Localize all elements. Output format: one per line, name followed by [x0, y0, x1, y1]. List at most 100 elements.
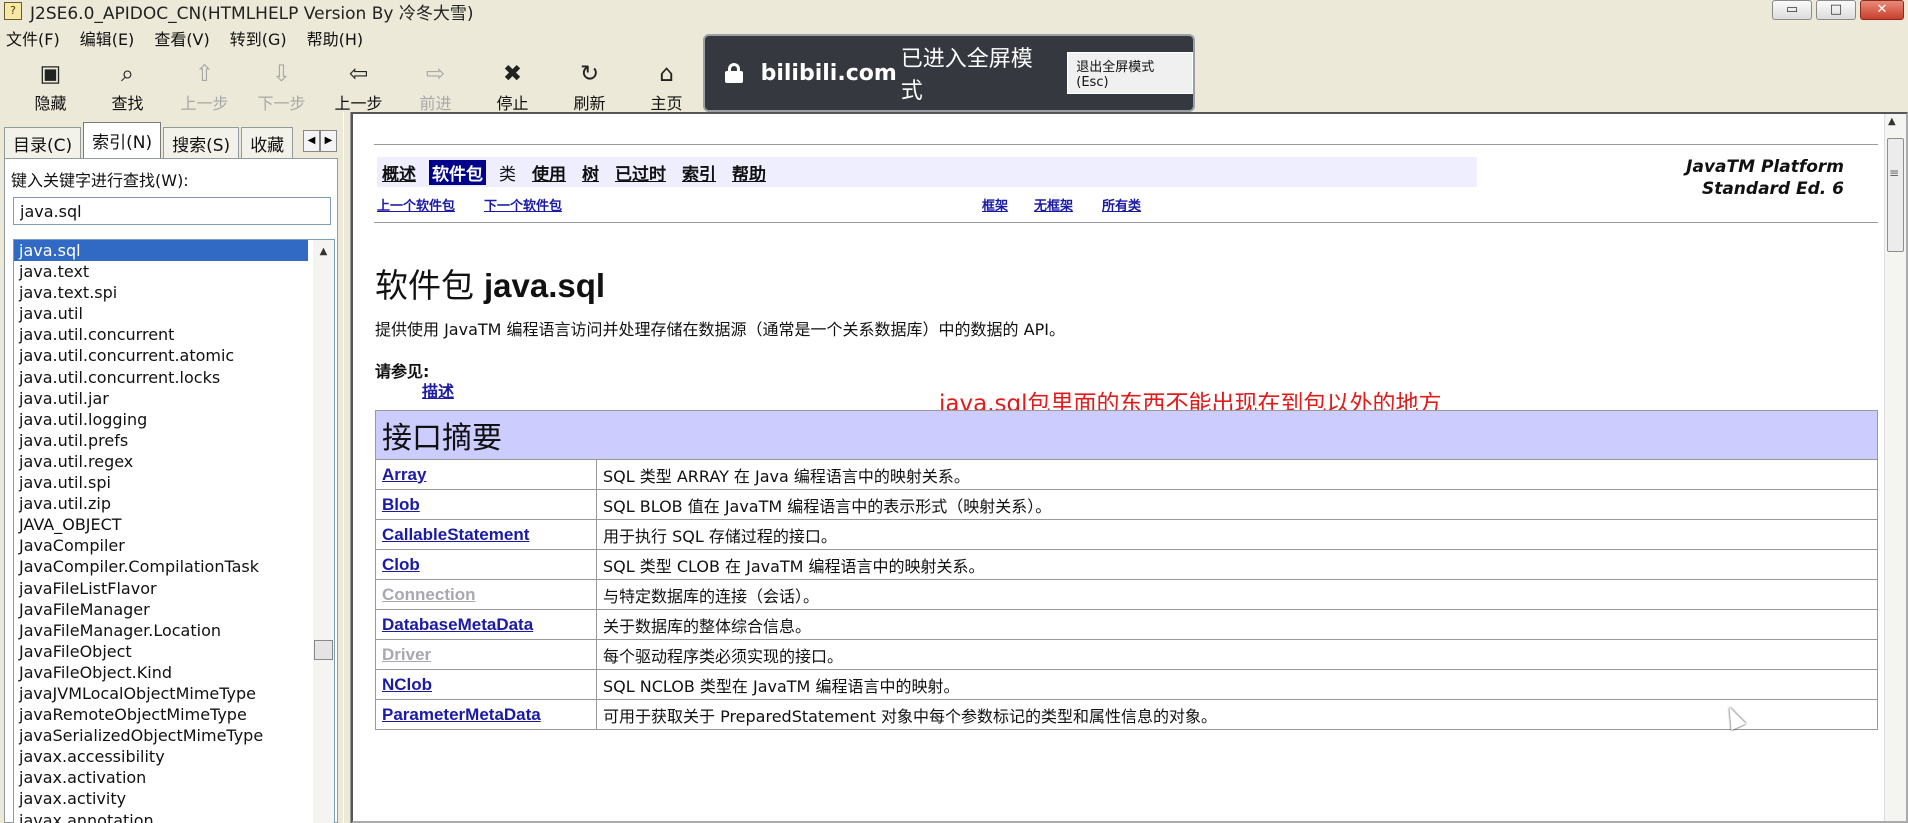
prev-package-link[interactable]: 上一个软件包 — [377, 195, 455, 214]
scroll-up-icon[interactable]: ▲ — [315, 242, 332, 262]
menu-goto[interactable]: 转到(G) — [230, 26, 287, 50]
index-list-item[interactable]: javax.accessibility — [14, 746, 308, 767]
interface-description: 关于数据库的整体综合信息。 — [596, 609, 1878, 640]
keyword-label: 键入关键字进行查找(W): — [11, 171, 189, 190]
index-list-item[interactable]: java.util.regex — [14, 451, 308, 472]
menu-file[interactable]: 文件(F) — [6, 26, 60, 50]
toolbar-button-0[interactable]: ▣ 隐藏 — [12, 54, 89, 113]
navigation-pane: 目录(C) 索引(N) 搜索(S) 收藏 ◀ ▶ 键入关键字进行查找(W): j… — [0, 112, 343, 823]
doc-nav-0[interactable]: 概述 — [379, 160, 419, 185]
help-viewer-window: ? J2SE6.0_APIDOC_CN(HTMLHELP Version By … — [0, 0, 1908, 823]
content-scrollbar[interactable]: ▲ ≡ — [1884, 114, 1906, 821]
menu-edit[interactable]: 编辑(E) — [80, 26, 135, 50]
doc-nav-5[interactable]: 已过时 — [612, 160, 669, 185]
index-list-item[interactable]: JavaFileObject.Kind — [14, 662, 308, 683]
forward-arrow-icon: ⇨ — [425, 61, 446, 87]
index-list-item[interactable]: javaFileListFlavor — [14, 578, 308, 599]
index-list-item[interactable]: java.util.logging — [14, 409, 308, 430]
interface-link[interactable]: NClob — [375, 669, 597, 700]
index-list-item[interactable]: java.util.concurrent.locks — [14, 367, 308, 388]
index-list-item[interactable]: javaSerializedObjectMimeType — [14, 725, 308, 746]
index-list-item[interactable]: java.util.concurrent.atomic — [14, 345, 308, 366]
interface-description: 用于执行 SQL 存储过程的接口。 — [596, 519, 1878, 550]
toolbar-button-1[interactable]: ⌕ 查找 — [89, 54, 166, 113]
close-button[interactable]: ✕ — [1860, 0, 1904, 20]
pane-splitter[interactable] — [343, 112, 351, 823]
interface-link[interactable]: Driver — [375, 639, 597, 670]
index-list-item[interactable]: JavaCompiler — [14, 535, 308, 556]
tab-contents[interactable]: 目录(C) — [4, 127, 82, 158]
all-classes-link[interactable]: 所有类 — [1102, 195, 1141, 214]
index-list-item[interactable]: javax.annotation — [14, 810, 308, 823]
index-list-item[interactable]: JavaFileManager — [14, 599, 308, 620]
doc-nav-7[interactable]: 帮助 — [729, 160, 769, 185]
exit-fullscreen-button[interactable]: 退出全屏模式(Esc) — [1067, 52, 1194, 94]
index-list-item[interactable]: java.util.prefs — [14, 430, 308, 451]
index-list-item[interactable]: javaRemoteObjectMimeType — [14, 704, 308, 725]
content-scroll-thumb[interactable] — [1887, 138, 1904, 252]
interface-link[interactable]: Array — [375, 459, 597, 490]
index-list-item[interactable]: java.util.jar — [14, 388, 308, 409]
interface-link[interactable]: Clob — [375, 549, 597, 580]
frames-link[interactable]: 框架 — [982, 195, 1008, 214]
interface-link[interactable]: DatabaseMetaData — [375, 609, 597, 640]
index-list-item[interactable]: javaJVMLocalObjectMimeType — [14, 683, 308, 704]
toolbar-button-4[interactable]: ⇦ 上一步 — [320, 54, 397, 113]
index-list-item[interactable]: java.sql — [14, 240, 308, 262]
interface-link[interactable]: CallableStatement — [375, 519, 597, 550]
table-row: CallableStatement 用于执行 SQL 存储过程的接口。 — [375, 519, 1878, 550]
toolbar-label: 下一步 — [257, 94, 306, 113]
table-row: DatabaseMetaData 关于数据库的整体综合信息。 — [375, 609, 1878, 640]
toolbar-button-2[interactable]: ⇧ 上一步 — [166, 54, 243, 113]
index-list-item[interactable]: java.util.spi — [14, 472, 308, 493]
scroll-thumb[interactable] — [314, 640, 333, 660]
tab-scroll-right-icon[interactable]: ▶ — [320, 130, 337, 152]
description-link[interactable]: 描述 — [422, 378, 454, 402]
toolbar-button-5[interactable]: ⇨ 前进 — [397, 54, 474, 113]
interface-description: SQL 类型 ARRAY 在 Java 编程语言中的映射关系。 — [596, 459, 1878, 490]
index-list-item[interactable]: javax.activity — [14, 788, 308, 809]
tab-scroll-left-icon[interactable]: ◀ — [303, 130, 320, 152]
menu-view[interactable]: 查看(V) — [154, 26, 209, 50]
table-row: Driver 每个驱动程序类必须实现的接口。 — [375, 639, 1878, 670]
toolbar-button-7[interactable]: ↻ 刷新 — [551, 54, 628, 113]
maximize-button[interactable]: □ — [1816, 0, 1856, 20]
hide-icon: ▣ — [39, 61, 62, 87]
tab-index[interactable]: 索引(N) — [83, 122, 162, 158]
tab-favorites[interactable]: 收藏 — [241, 127, 294, 158]
content-scroll-up-icon[interactable]: ▲ — [1888, 116, 1896, 127]
package-name: java.sql — [484, 267, 606, 304]
menu-help[interactable]: 帮助(H) — [307, 26, 364, 50]
index-list-item[interactable]: java.text.spi — [14, 282, 308, 303]
doc-navbar: 概述 软件包类使用树已过时 索引 帮助 — [377, 157, 1477, 187]
index-list-item[interactable]: java.util.zip — [14, 493, 308, 514]
toolbar-button-6[interactable]: ✖ 停止 — [474, 54, 551, 113]
index-list-item[interactable]: javax.activation — [14, 767, 308, 788]
index-list-item[interactable]: JavaCompiler.CompilationTask — [14, 556, 308, 577]
index-list-item[interactable]: JAVA_OBJECT — [14, 514, 308, 535]
doc-nav-4[interactable]: 树 — [579, 160, 602, 185]
interface-description: 与特定数据库的连接（会话）。 — [596, 579, 1878, 610]
interface-link[interactable]: Blob — [375, 489, 597, 520]
index-scrollbar[interactable]: ▲ — [313, 240, 334, 823]
index-list-item[interactable]: java.util — [14, 303, 308, 324]
toolbar-button-3[interactable]: ⇩ 下一步 — [243, 54, 320, 113]
scroll-grip-icon: ≡ — [1889, 166, 1900, 180]
no-frames-link[interactable]: 无框架 — [1034, 195, 1073, 214]
index-list-item[interactable]: java.util.concurrent — [14, 324, 308, 345]
index-list-item[interactable]: java.text — [14, 261, 308, 282]
index-list-item[interactable]: JavaFileObject — [14, 641, 308, 662]
interface-link[interactable]: ParameterMetaData — [375, 699, 597, 730]
top-rule — [374, 144, 1878, 145]
doc-nav-3[interactable]: 使用 — [529, 160, 569, 185]
minimize-button[interactable]: ▭ — [1772, 0, 1812, 20]
keyword-input[interactable] — [13, 197, 331, 225]
next-package-link[interactable]: 下一个软件包 — [484, 195, 562, 214]
platform-line-1: JavaTM Platform — [1686, 157, 1844, 177]
index-list-item[interactable]: JavaFileManager.Location — [14, 620, 308, 641]
doc-nav-6[interactable]: 索引 — [679, 160, 719, 185]
index-list[interactable]: java.sql java.text java.text.spi java.util j… — [13, 239, 335, 823]
interface-link[interactable]: Connection — [375, 579, 597, 610]
toolbar-button-8[interactable]: ⌂ 主页 — [628, 54, 705, 113]
tab-search[interactable]: 搜索(S) — [163, 127, 240, 158]
